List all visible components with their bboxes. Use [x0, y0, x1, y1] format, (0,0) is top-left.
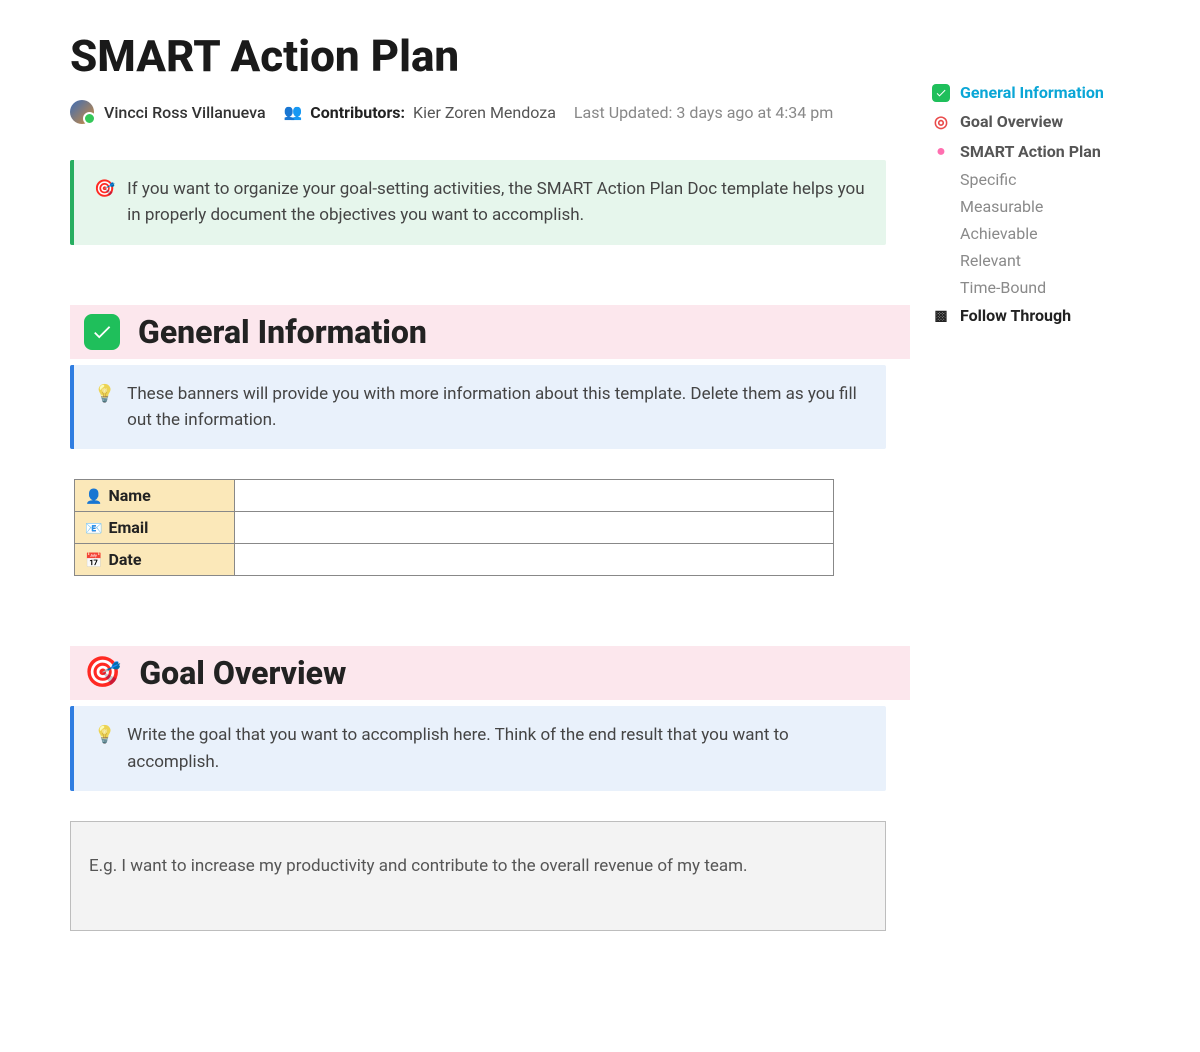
info-table: 👤Name 📧Email 📅Date: [74, 479, 834, 576]
sidebar-item-label: SMART Action Plan: [960, 142, 1101, 161]
calendar-icon: 📅: [85, 553, 102, 569]
sidebar-sub-achievable[interactable]: Achievable: [932, 220, 1180, 247]
page-title: SMART Action Plan: [70, 30, 910, 82]
sidebar-item-label: Goal Overview: [960, 112, 1063, 131]
intro-callout-text: If you want to organize your goal-settin…: [127, 176, 866, 229]
goal-input[interactable]: E.g. I want to increase my productivity …: [70, 821, 886, 931]
row-label-date: 📅Date: [75, 544, 235, 576]
sidebar-item-goal-overview[interactable]: ◎ Goal Overview: [932, 107, 1180, 136]
sidebar-item-label: Follow Through: [960, 306, 1071, 325]
sidebar-item-label: General Information: [960, 83, 1104, 102]
author[interactable]: Vincci Ross Villanueva: [70, 100, 266, 124]
target-icon: 🎯: [94, 176, 115, 202]
sidebar-item-general-information[interactable]: General Information: [932, 78, 1180, 107]
sidebar-sub-measurable[interactable]: Measurable: [932, 193, 1180, 220]
section-heading-goal: Goal Overview: [139, 654, 346, 692]
row-value-email[interactable]: [235, 512, 834, 544]
contributors-names: Kier Zoren Mendoza: [413, 103, 556, 122]
document-main: SMART Action Plan Vincci Ross Villanueva…: [0, 0, 910, 971]
row-label-name: 👤Name: [75, 480, 235, 512]
last-updated: Last Updated: 3 days ago at 4:34 pm: [574, 103, 833, 122]
goal-callout: 💡 Write the goal that you want to accomp…: [70, 706, 886, 791]
section-header-goal: 🎯 Goal Overview: [70, 646, 910, 700]
table-row: 📧Email: [75, 512, 834, 544]
goal-callout-text: Write the goal that you want to accompli…: [127, 722, 866, 775]
check-icon: [932, 84, 950, 102]
lightbulb-icon: 💡: [94, 381, 115, 407]
sidebar-item-follow-through[interactable]: ▩ Follow Through: [932, 301, 1180, 330]
contributors[interactable]: 👥 Contributors: Kier Zoren Mendoza: [284, 103, 556, 122]
check-icon: [84, 314, 120, 350]
author-name: Vincci Ross Villanueva: [104, 103, 266, 122]
sidebar-sub-specific[interactable]: Specific: [932, 166, 1180, 193]
outline-sidebar: General Information ◎ Goal Overview ● SM…: [910, 0, 1180, 971]
row-label-email: 📧Email: [75, 512, 235, 544]
contributors-label: Contributors:: [310, 103, 405, 122]
meta-row: Vincci Ross Villanueva 👥 Contributors: K…: [70, 100, 910, 124]
lightbulb-icon: 💡: [94, 722, 115, 748]
table-row: 📅Date: [75, 544, 834, 576]
avatar[interactable]: [70, 100, 94, 124]
email-icon: 📧: [85, 521, 102, 537]
general-callout: 💡 These banners will provide you with mo…: [70, 365, 886, 450]
row-value-date[interactable]: [235, 544, 834, 576]
row-value-name[interactable]: [235, 480, 834, 512]
chat-bubble-icon: ●: [932, 141, 950, 161]
sidebar-sub-relevant[interactable]: Relevant: [932, 247, 1180, 274]
people-icon: 👥: [284, 103, 303, 121]
person-icon: 👤: [85, 489, 102, 505]
sidebar-item-smart-action-plan[interactable]: ● SMART Action Plan: [932, 136, 1180, 166]
last-updated-value: 3 days ago at 4:34 pm: [676, 103, 833, 122]
intro-callout: 🎯 If you want to organize your goal-sett…: [70, 160, 886, 245]
checkered-flag-icon: ▩: [932, 308, 950, 324]
section-heading-general: General Information: [138, 313, 427, 351]
section-header-general: General Information: [70, 305, 910, 359]
target-icon: 🎯: [84, 658, 121, 688]
table-row: 👤Name: [75, 480, 834, 512]
sidebar-sub-time-bound[interactable]: Time-Bound: [932, 274, 1180, 301]
general-callout-text: These banners will provide you with more…: [127, 381, 866, 434]
last-updated-label: Last Updated:: [574, 103, 672, 122]
target-icon: ◎: [932, 112, 950, 131]
